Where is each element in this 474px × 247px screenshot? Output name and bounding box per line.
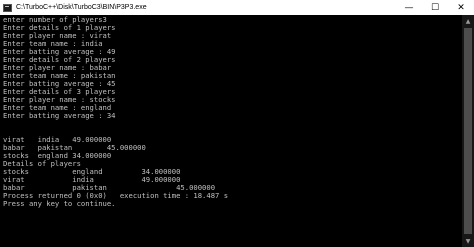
console-window: C:\TurboC++\Disk\TurboC3\BIN\P3P3.exe — … xyxy=(0,0,474,247)
scrollbar-thumb[interactable] xyxy=(464,28,472,234)
vertical-scrollbar[interactable]: ▲ ▼ xyxy=(462,15,474,247)
scroll-down-arrow-icon[interactable]: ▼ xyxy=(462,235,474,247)
console-line: Enter batting average : 34 xyxy=(3,111,116,121)
title-bar[interactable]: C:\TurboC++\Disk\TurboC3\BIN\P3P3.exe — … xyxy=(0,0,474,15)
console-app-icon[interactable] xyxy=(3,3,12,12)
close-button[interactable]: ✕ xyxy=(448,0,474,15)
window-controls: — ☐ ✕ xyxy=(396,0,474,15)
maximize-button[interactable]: ☐ xyxy=(422,0,448,15)
scroll-up-arrow-icon[interactable]: ▲ xyxy=(462,15,474,27)
minimize-button[interactable]: — xyxy=(396,0,422,15)
console-output[interactable]: enter number of players3 Enter details of… xyxy=(0,15,462,247)
window-title: C:\TurboC++\Disk\TurboC3\BIN\P3P3.exe xyxy=(16,4,147,11)
console-line: Press any key to continue. xyxy=(3,199,116,209)
